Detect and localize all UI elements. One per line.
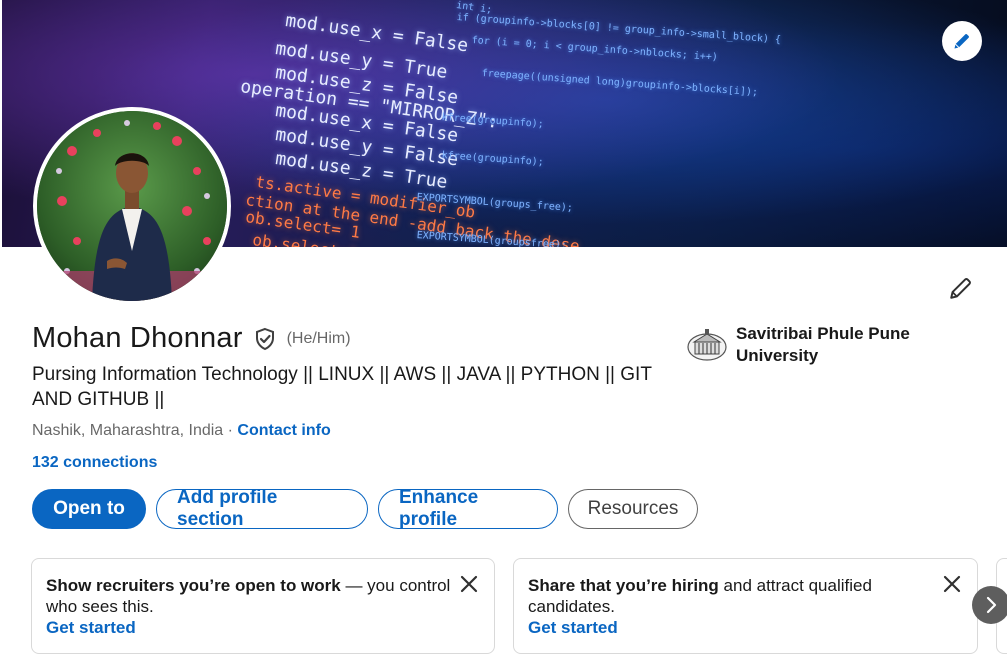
promo-text-bold: Show recruiters you’re open to work [46,576,341,595]
education-item[interactable]: Savitribai Phule Pune University [686,323,936,367]
chevron-right-icon [986,596,997,614]
add-profile-section-button[interactable]: Add profile section [156,487,368,530]
edit-intro-button[interactable] [945,272,977,304]
profile-photo-image [37,111,227,301]
close-icon [460,575,478,593]
resources-button[interactable]: Resources [568,489,698,529]
profile-pronouns: (He/Him) [286,329,351,347]
dismiss-button[interactable] [458,573,480,595]
banner-code-line: for (i = 0; i < group_info->nblocks; i++… [471,35,719,64]
promo-text: Show recruiters you’re open to work — yo… [46,575,454,617]
edit-banner-button[interactable] [942,21,982,61]
profile-name-row: Mohan Dhonnar (He/Him) [32,322,351,355]
get-started-link[interactable]: Get started [528,618,618,638]
banner-code-line: freepage((unsigned long)groupinfo->block… [481,68,759,99]
promo-text-bold: Share that you’re hiring [528,576,719,595]
profile-top-card: mod.use_x = False mod.use_y = True mod.u… [0,0,1007,669]
enhance-profile-button[interactable]: Enhance profile [378,487,558,530]
profile-actions: Open to Add profile section Enhance prof… [32,487,698,530]
hiring-card: Share that you’re hiring and attract qua… [513,558,978,654]
pencil-icon [950,278,971,299]
close-icon [943,575,961,593]
dismiss-button[interactable] [941,573,963,595]
open-to-work-card: Show recruiters you’re open to work — yo… [31,558,495,654]
get-started-link[interactable]: Get started [46,618,136,638]
location-separator: · [223,422,238,439]
verified-badge[interactable] [253,326,279,352]
contact-info-link[interactable]: Contact info [237,422,330,439]
open-to-button[interactable]: Open to [32,489,146,529]
profile-headline: Pursing Information Technology || LINUX … [32,364,652,410]
profile-photo[interactable] [33,107,231,305]
university-logo-icon [687,329,727,361]
carousel-next-button[interactable] [972,586,1007,624]
profile-location-row: Nashik, Maharashtra, India · Contact inf… [32,422,331,440]
promo-text: Share that you’re hiring and attract qua… [528,575,937,617]
profile-name: Mohan Dhonnar [32,322,243,354]
connections-link[interactable]: 132 connections [32,454,157,472]
pencil-icon [954,34,969,49]
profile-location: Nashik, Maharashtra, India [32,422,224,439]
shield-check-icon [255,327,274,350]
education-name: Savitribai Phule Pune University [736,324,910,365]
